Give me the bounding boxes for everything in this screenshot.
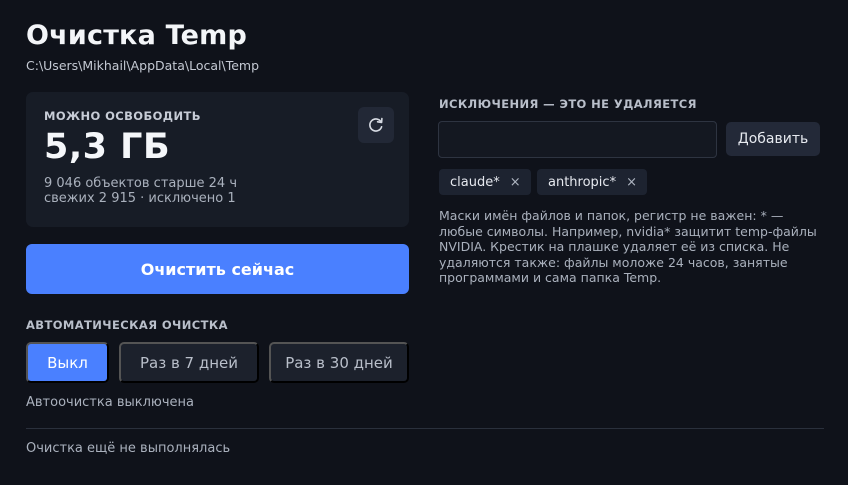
add-exclusion-button[interactable]: Добавить (726, 122, 820, 156)
exclusions-help-text: Маски имён файлов и папок, регистр не ва… (439, 208, 817, 286)
remove-tag-icon[interactable]: × (510, 175, 521, 190)
last-run-status: Очистка ещё не выполнялась (26, 441, 231, 456)
auto-clean-off-button[interactable]: Выкл (26, 342, 109, 383)
page-title: Очистка Temp (26, 20, 248, 51)
fresh-excluded-count: свежих 2 915 · исключено 1 (44, 191, 236, 206)
auto-clean-label: АВТОМАТИЧЕСКАЯ ОЧИСТКА (26, 318, 228, 332)
reclaimable-card: МОЖНО ОСВОБОДИТЬ 5,3 ГБ 9 046 объектов с… (26, 92, 409, 227)
exclusion-mask-input[interactable] (438, 121, 717, 158)
divider (26, 428, 824, 429)
refresh-icon (369, 117, 383, 132)
auto-clean-30-days-button[interactable]: Раз в 30 дней (269, 342, 409, 383)
clean-now-button[interactable]: Очистить сейчас (26, 244, 409, 294)
reclaimable-label: МОЖНО ОСВОБОДИТЬ (44, 109, 201, 123)
exclusions-label: ИСКЛЮЧЕНИЯ — ЭТО НЕ УДАЛЯЕТСЯ (439, 97, 697, 111)
remove-tag-icon[interactable]: × (626, 175, 637, 190)
exclusion-tag-label: anthropic* (548, 174, 617, 190)
exclusion-tag-label: claude* (450, 174, 500, 190)
auto-clean-status: Автоочистка выключена (26, 395, 195, 410)
refresh-button[interactable] (358, 107, 394, 143)
reclaimable-size: 5,3 ГБ (44, 127, 171, 167)
exclusion-tag: anthropic* × (537, 169, 647, 195)
temp-path: C:\Users\Mikhail\AppData\Local\Temp (26, 58, 260, 73)
auto-clean-7-days-button[interactable]: Раз в 7 дней (119, 342, 259, 383)
objects-count: 9 046 объектов старше 24 ч (44, 176, 237, 191)
exclusion-tag: claude* × (439, 169, 531, 195)
